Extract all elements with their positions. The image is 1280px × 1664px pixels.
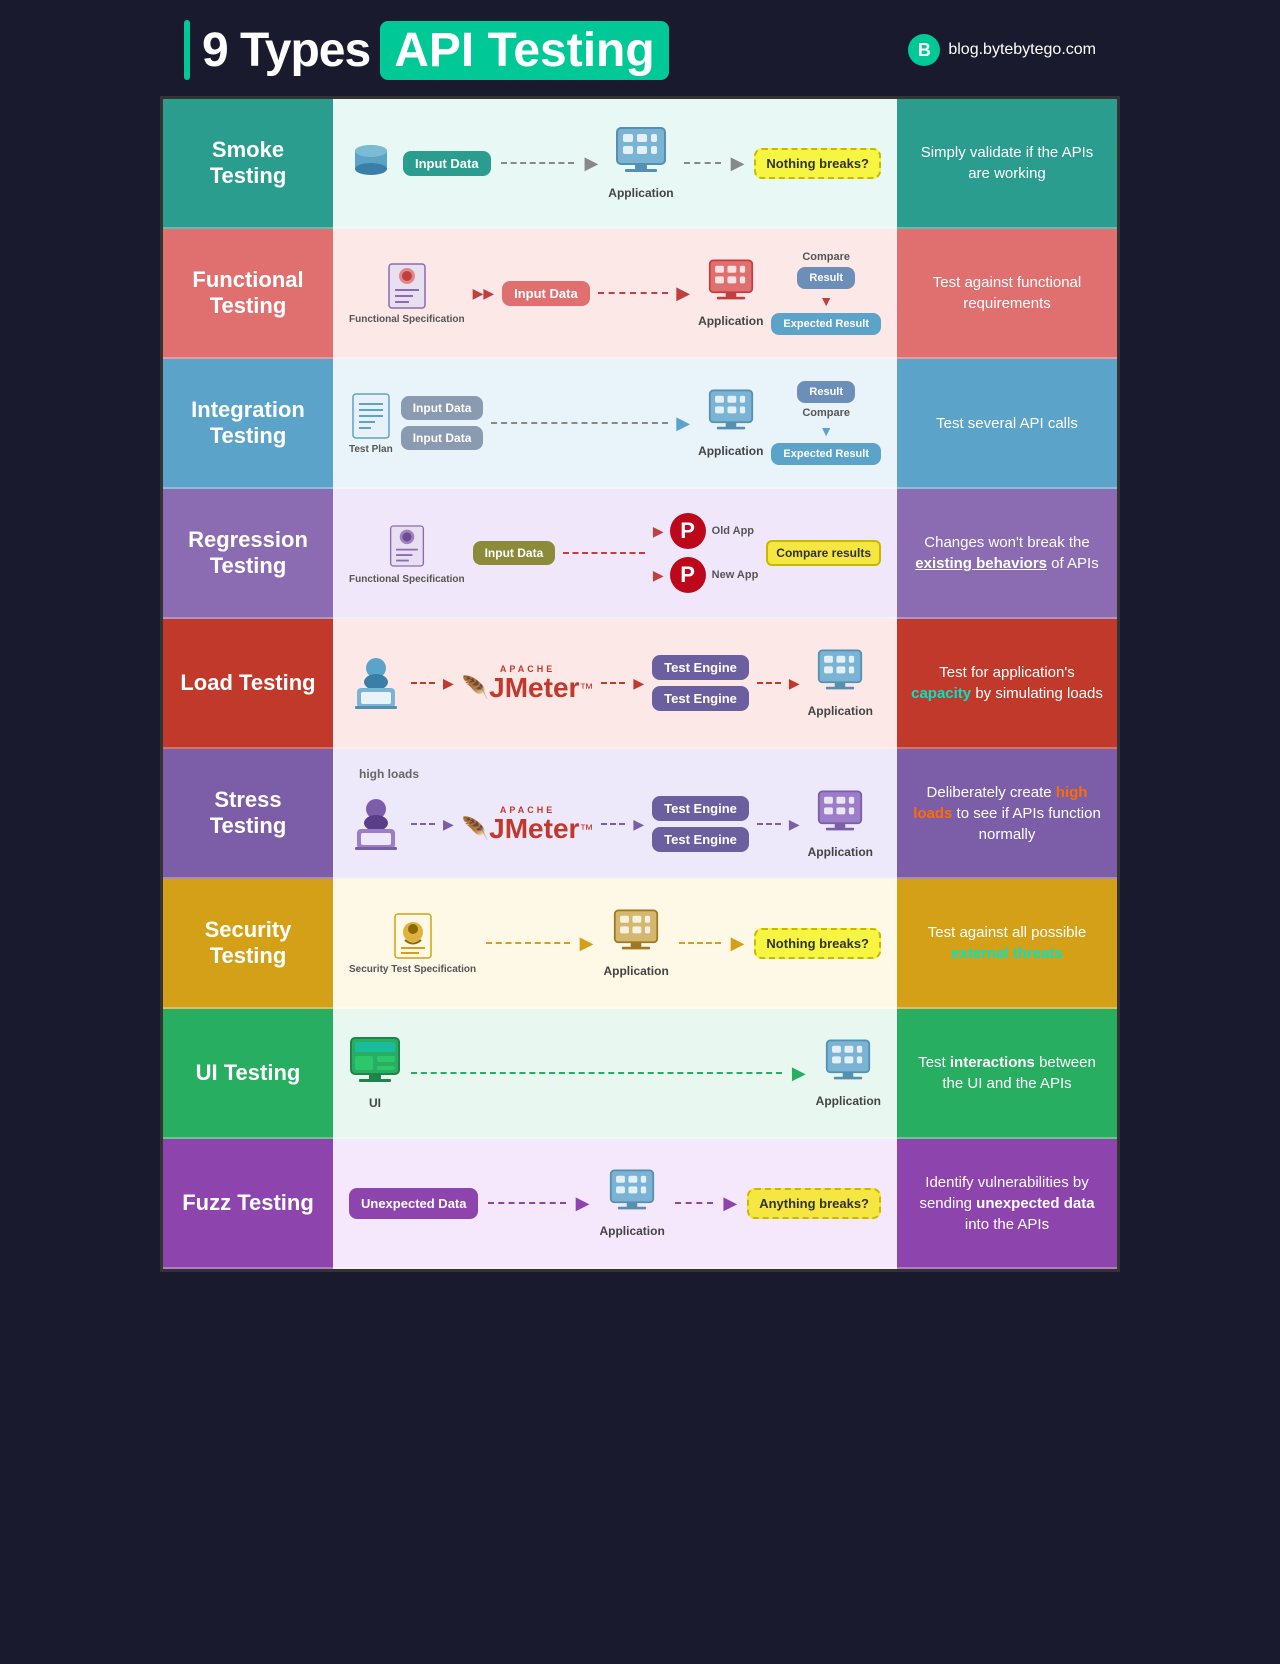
integration-testplan-icon: Test Plan	[349, 392, 393, 455]
title-prefix: 9 Types	[202, 23, 370, 78]
security-nothing-breaks: Nothing breaks?	[754, 928, 881, 959]
fuzz-app-label: Application	[599, 1224, 664, 1238]
functional-label: Functional Testing	[163, 229, 333, 359]
load-app-icon: Application	[808, 648, 873, 718]
load-engine2: Test Engine	[652, 686, 749, 711]
content-grid: Smoke Testing Input Data ▶	[160, 96, 1120, 1272]
stress-app-icon: Application	[808, 789, 873, 859]
functional-expected-pill: Expected Result	[771, 313, 881, 335]
new-app-label: New App	[712, 569, 759, 581]
fuzz-diagram: Unexpected Data ▶ Application	[333, 1139, 897, 1269]
old-app-icon: P	[670, 513, 706, 549]
ui-desc: Test interactions between the UI and the…	[897, 1009, 1117, 1139]
ui-app-label: Application	[816, 1094, 881, 1108]
smoke-db-icon	[349, 141, 393, 185]
ui-diagram: UI ▶ Application	[333, 1009, 897, 1139]
fuzz-anything-breaks: Anything breaks?	[747, 1188, 881, 1219]
integration-expected-pill: Expected Result	[771, 443, 881, 465]
fuzz-app-icon: Application	[599, 1168, 664, 1238]
ui-label: UI Testing	[163, 1009, 333, 1139]
smoke-diagram: Input Data ▶ Application	[333, 99, 897, 229]
title-highlight: API Testing	[380, 21, 668, 80]
smoke-label: Smoke Testing	[163, 99, 333, 229]
integration-input1: Input Data	[401, 396, 484, 420]
ui-app-icon: Application	[816, 1038, 881, 1108]
smoke-desc: Simply validate if the APIs are working	[897, 99, 1117, 229]
integration-compare-label: Compare	[802, 407, 850, 419]
functional-spec-label: Functional Specification	[349, 314, 465, 325]
regression-desc: Changes won't break the existing behavio…	[897, 489, 1117, 619]
regression-compare-results: Compare results	[766, 540, 881, 566]
functional-compare-label: Compare	[802, 251, 850, 263]
stress-app-label: Application	[808, 845, 873, 859]
integration-testplan-label: Test Plan	[349, 444, 393, 455]
stress-jmeter-logo: APACHE 🪶 JMeter ™	[462, 805, 594, 843]
regression-spec-icon: Functional Specification	[349, 522, 465, 585]
smoke-input-pill: Input Data	[403, 151, 491, 176]
load-app-label: Application	[808, 704, 873, 718]
stress-engine2: Test Engine	[652, 827, 749, 852]
brand-logo: B	[908, 34, 940, 66]
integration-input2: Input Data	[401, 426, 484, 450]
security-app-label: Application	[603, 964, 668, 978]
brand-text: blog.bytebytego.com	[948, 41, 1096, 59]
stress-engine1: Test Engine	[652, 796, 749, 821]
load-engine1: Test Engine	[652, 655, 749, 680]
regression-diagram: Functional Specification Input Data ▶ P …	[333, 489, 897, 619]
new-app-icon: P	[670, 557, 706, 593]
stress-person-icon	[349, 797, 403, 851]
load-person-icon	[349, 656, 403, 710]
fuzz-unexpected-pill: Unexpected Data	[349, 1188, 478, 1219]
security-app-icon: Application	[603, 908, 668, 978]
smoke-app-icon: Application	[608, 126, 673, 200]
functional-input-pill: Input Data	[502, 281, 590, 306]
regression-label: Regression Testing	[163, 489, 333, 619]
functional-desc: Test against functional requirements	[897, 229, 1117, 359]
fuzz-desc: Identify vulnerabilities by sending unex…	[897, 1139, 1117, 1269]
fuzz-label: Fuzz Testing	[163, 1139, 333, 1269]
header: 9 Types API Testing B blog.bytebytego.co…	[160, 0, 1120, 96]
stress-diagram: high loads ▶ APACHE	[333, 749, 897, 879]
ui-icon: UI	[349, 1036, 401, 1110]
load-label: Load Testing	[163, 619, 333, 749]
security-spec-label: Security Test Specification	[349, 964, 476, 975]
integration-diagram: Test Plan Input Data Input Data ▶	[333, 359, 897, 489]
load-desc: Test for application's capacity by simul…	[897, 619, 1117, 749]
old-app-label: Old App	[712, 525, 754, 537]
functional-spec-icon: Functional Specification	[349, 262, 465, 325]
stress-label: Stress Testing	[163, 749, 333, 879]
integration-app-icon: Application	[698, 388, 763, 458]
security-spec-icon: Security Test Specification	[349, 912, 476, 975]
integration-app-label: Application	[698, 444, 763, 458]
smoke-app-label: Application	[608, 186, 673, 200]
functional-diagram: Functional Specification ▶▶ Input Data ▶	[333, 229, 897, 359]
security-desc: Test against all possible external threa…	[897, 879, 1117, 1009]
security-label: Security Testing	[163, 879, 333, 1009]
stress-high-loads-label: high loads	[359, 767, 419, 781]
title-area: 9 Types API Testing	[184, 20, 669, 80]
integration-result-pill: Result	[797, 381, 855, 403]
integration-desc: Test several API calls	[897, 359, 1117, 489]
regression-spec-label: Functional Specification	[349, 574, 465, 585]
ui-box-label: UI	[369, 1096, 381, 1110]
functional-app-icon: Application	[698, 258, 763, 328]
load-diagram: ▶ APACHE 🪶 JMeter ™ ▶ Test Engine Test E…	[333, 619, 897, 749]
security-diagram: Security Test Specification ▶ Appl	[333, 879, 897, 1009]
brand-area: B blog.bytebytego.com	[908, 34, 1096, 66]
title-bar-decoration	[184, 20, 190, 80]
stress-desc: Deliberately create high loads to see if…	[897, 749, 1117, 879]
integration-label: Integration Testing	[163, 359, 333, 489]
functional-result-pill: Result	[797, 267, 855, 289]
regression-input-pill: Input Data	[473, 541, 556, 565]
smoke-nothing-breaks: Nothing breaks?	[754, 148, 881, 179]
load-jmeter-logo: APACHE 🪶 JMeter ™	[462, 664, 594, 702]
functional-app-label: Application	[698, 314, 763, 328]
